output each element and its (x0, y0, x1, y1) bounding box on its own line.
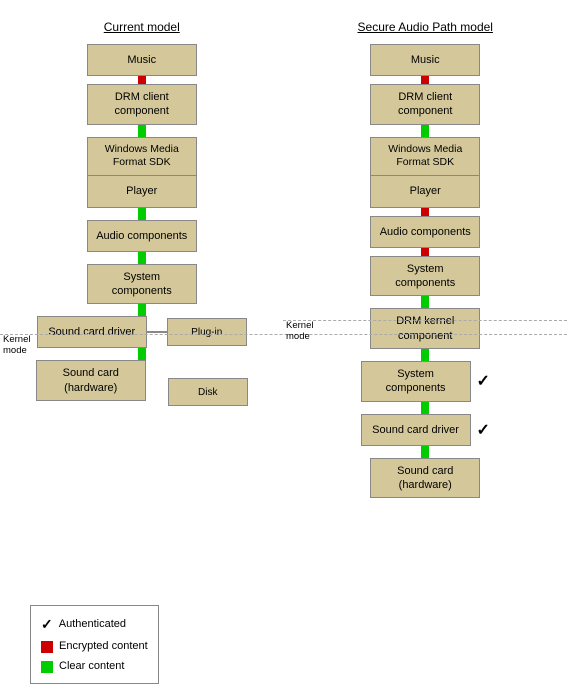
kernel-label-right: Kernelmode (286, 320, 313, 343)
box-wmf-right: Windows Media Format SDK (370, 137, 480, 176)
conn-green-5 (138, 348, 146, 360)
conn-green-2 (138, 208, 146, 220)
syscomp2-row: System components ✓ (361, 361, 490, 402)
kernel-boundary-right (283, 320, 567, 321)
box-music-right: Music (370, 44, 480, 76)
right-title: Secure Audio Path model (358, 20, 493, 34)
conn-green-r2 (421, 296, 429, 308)
legend-authenticated: ✓ Authenticated (41, 612, 148, 637)
box-soundcard-hw-left: Sound card (hardware) (36, 360, 146, 401)
left-kernel-stack: System components Sound card driver Plug… (0, 264, 284, 407)
soundcard-driver-row: Sound card driver ✓ (361, 414, 490, 446)
right-kernel-stack: System components DRM kernel component S… (284, 256, 567, 498)
box-drm-left: DRM client component (87, 84, 197, 125)
conn-green-r3 (421, 349, 429, 361)
box-audio-right: Audio components (370, 216, 480, 248)
left-column: Current model Music DRM client component… (0, 0, 284, 692)
box-plugin: Plug-in (167, 318, 247, 346)
kernel-label-left: Kernelmode (3, 334, 30, 357)
box-syscomp2-right: System components (361, 361, 471, 402)
box-drm-kernel: DRM kernel component (370, 308, 480, 349)
box-syscomp-right: System components (370, 256, 480, 297)
box-audio-left: Audio components (87, 220, 197, 252)
conn-green-r4 (421, 402, 429, 414)
conn-red-r2 (421, 208, 429, 216)
box-soundcard-driver-right: Sound card driver (361, 414, 471, 446)
sound-card-row-left: Sound card driver Plug-in (37, 316, 247, 348)
checkmark-2: ✓ (477, 420, 490, 440)
conn-red-r1 (421, 76, 429, 84)
box-syscomp-left: System components (87, 264, 197, 305)
check-icon: ✓ (41, 612, 53, 637)
left-title: Current model (104, 20, 180, 34)
kernel-boundary-left (0, 334, 567, 335)
box-disk: Disk (168, 378, 248, 406)
box-player-right: Player (370, 176, 480, 208)
left-stack: Music DRM client component Windows Media… (0, 44, 284, 264)
legend-clear-label: Clear content (59, 657, 124, 677)
box-music-left: Music (87, 44, 197, 76)
box-player-left: Player (87, 176, 197, 208)
right-column: Secure Audio Path model Music DRM client… (284, 0, 567, 692)
conn-green-r1 (421, 125, 429, 137)
conn-green-3 (138, 252, 146, 264)
right-stack: Music DRM client component Windows Media… (284, 44, 567, 256)
legend-encrypted-label: Encrypted content (59, 637, 148, 657)
box-soundcard-driver-left: Sound card driver (37, 316, 147, 348)
checkmark-1: ✓ (477, 371, 490, 391)
conn-green-4 (138, 304, 146, 316)
legend: ✓ Authenticated Encrypted content Clear … (30, 605, 159, 684)
legend-encrypted: Encrypted content (41, 637, 148, 657)
conn-green-r5 (421, 446, 429, 458)
disk-area: Disk (168, 378, 248, 406)
clear-swatch (41, 661, 53, 673)
encrypted-swatch (41, 641, 53, 653)
diagram-container: Current model Music DRM client component… (0, 0, 567, 692)
legend-clear: Clear content (41, 657, 148, 677)
box-drm-right: DRM client component (370, 84, 480, 125)
legend-authenticated-label: Authenticated (59, 615, 126, 635)
conn-red-r3 (421, 248, 429, 256)
conn-red-1 (138, 76, 146, 84)
soundcard-hw-row-left: Sound card (hardware) Disk (36, 360, 248, 406)
conn-green-1 (138, 125, 146, 137)
box-wmf-left: Windows Media Format SDK (87, 137, 197, 176)
box-soundcard-hw-right: Sound card (hardware) (370, 458, 480, 499)
